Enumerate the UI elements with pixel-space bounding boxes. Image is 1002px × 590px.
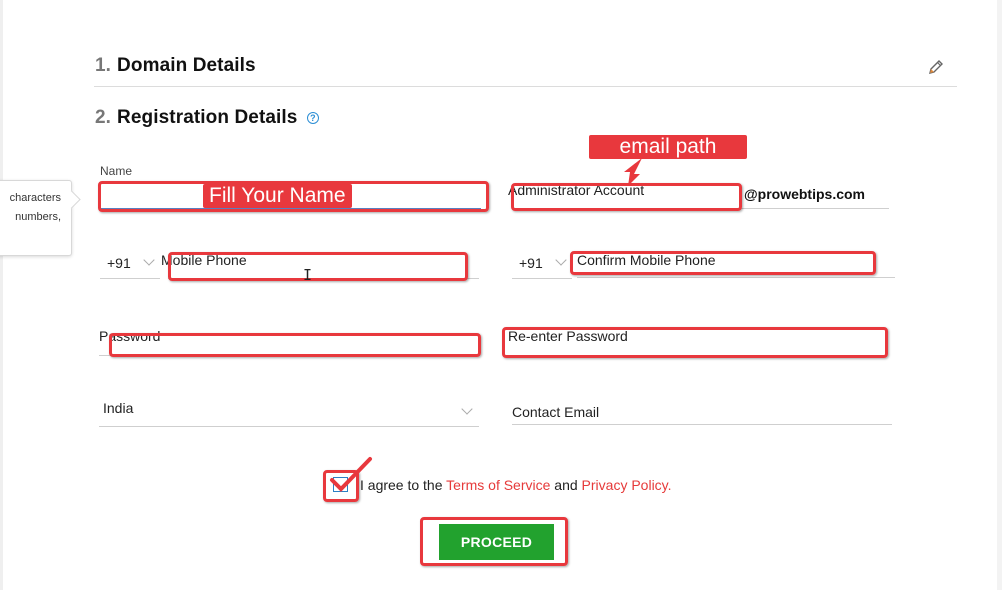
mobile-country-code[interactable]: +91 <box>107 255 131 271</box>
chevron-down-icon[interactable] <box>555 254 567 266</box>
annotation-box-mobile <box>168 252 468 281</box>
annotation-box-confirm-mobile <box>570 251 876 275</box>
agree-suffix: . <box>667 477 672 493</box>
section-divider <box>94 86 957 87</box>
country-underline <box>99 426 479 427</box>
confirm-country-code[interactable]: +91 <box>519 255 543 271</box>
tooltip-line: numbers, <box>15 211 61 223</box>
domain-suffix: @prowebtips.com <box>744 186 865 202</box>
annotation-fill-name: Fill Your Name <box>203 184 352 208</box>
agree-conjunction: and <box>554 477 578 493</box>
agree-prefix: I agree to the <box>360 477 443 493</box>
section-domain-details[interactable]: 1. Domain Details <box>95 55 256 77</box>
tooltip-line: characters <box>9 192 61 204</box>
password-hint-tooltip: characters numbers, <box>0 180 81 256</box>
terms-of-service-link[interactable]: Terms of Service <box>446 477 550 493</box>
section-registration-details: 2. Registration Details ? <box>95 107 319 129</box>
tooltip-arrow <box>62 190 81 209</box>
left-edge <box>0 0 3 590</box>
annotation-box-password <box>109 333 481 357</box>
chevron-down-icon[interactable] <box>461 403 473 415</box>
step-number: 2. <box>95 107 112 128</box>
agree-text: I agree to the Terms of Service and Priv… <box>360 477 672 493</box>
contact-email-underline <box>512 424 892 425</box>
code-underline <box>512 278 572 279</box>
section-title: Registration Details <box>117 107 298 128</box>
annotation-box-proceed <box>420 517 568 566</box>
chevron-down-icon[interactable] <box>143 254 155 266</box>
question-circle-icon[interactable]: ? <box>306 111 319 124</box>
section-title: Domain Details <box>117 55 256 76</box>
step-number: 1. <box>95 55 112 76</box>
code-underline <box>100 278 160 279</box>
scrollbar-track[interactable] <box>997 0 1002 590</box>
annotation-box-reenter <box>502 327 888 358</box>
annotation-arrow <box>624 158 642 186</box>
contact-email-input[interactable]: Contact Email <box>512 404 599 420</box>
annotation-email-path: email path <box>589 135 747 159</box>
pencil-icon[interactable] <box>927 58 945 81</box>
country-select[interactable]: India <box>103 400 133 416</box>
confirm-mobile-underline <box>577 277 895 278</box>
name-label: Name <box>100 164 133 178</box>
text-cursor-icon: I <box>303 266 313 284</box>
privacy-policy-link[interactable]: Privacy Policy <box>582 477 668 493</box>
